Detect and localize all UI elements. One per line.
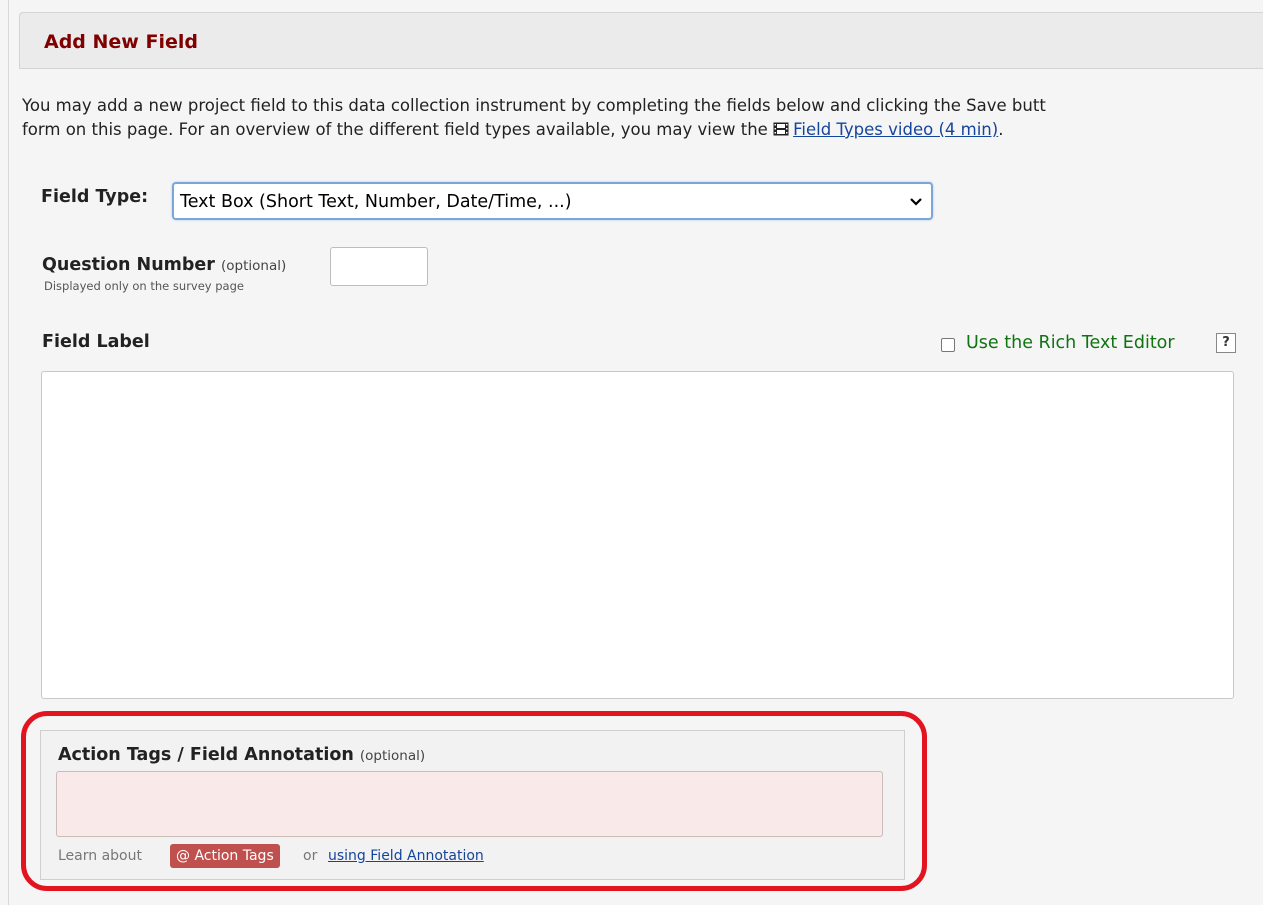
learn-about-text: Learn about [58,848,142,864]
intro-text: You may add a new project field to this … [22,94,1263,142]
question-number-title: Question Number [42,255,215,275]
rich-text-editor-label[interactable]: Use the Rich Text Editor [966,333,1175,353]
action-tags-section: Action Tags / Field Annotation (optional… [40,730,905,880]
field-label-heading: Field Label [42,332,150,352]
action-tags-label: Action Tags / Field Annotation (optional… [58,745,425,765]
intro-line-2: form on this page. For an overview of th… [22,120,774,139]
field-types-video-link[interactable]: Field Types video (4 min) [793,120,998,139]
question-number-input[interactable] [330,247,428,286]
action-tags-optional: (optional) [359,748,426,764]
or-text: or [303,848,318,864]
field-type-select[interactable]: Text Box (Short Text, Number, Date/Time,… [172,182,933,220]
field-type-label: Field Type: [41,187,149,207]
dialog-titlebar: Add New Field [19,12,1263,69]
help-button[interactable]: ? [1216,333,1236,353]
field-label-textarea[interactable] [41,371,1234,699]
action-tags-button[interactable]: @ Action Tags [170,844,280,868]
chevron-down-icon [910,198,922,206]
left-border-line [8,0,9,905]
rich-text-editor-checkbox[interactable] [941,338,955,352]
question-number-label: Question Number (optional) [42,255,286,275]
dialog-title: Add New Field [44,31,198,53]
question-number-sublabel: Displayed only on the survey page [44,279,244,293]
field-annotation-link[interactable]: using Field Annotation [328,848,484,864]
question-number-optional: (optional) [221,258,287,274]
field-type-selected-value: Text Box (Short Text, Number, Date/Time,… [180,192,572,212]
action-tags-input[interactable] [56,771,883,837]
action-tags-title: Action Tags / Field Annotation [58,745,354,765]
film-icon [773,122,789,136]
intro-period: . [998,120,1004,139]
intro-line-1: You may add a new project field to this … [22,96,1046,115]
